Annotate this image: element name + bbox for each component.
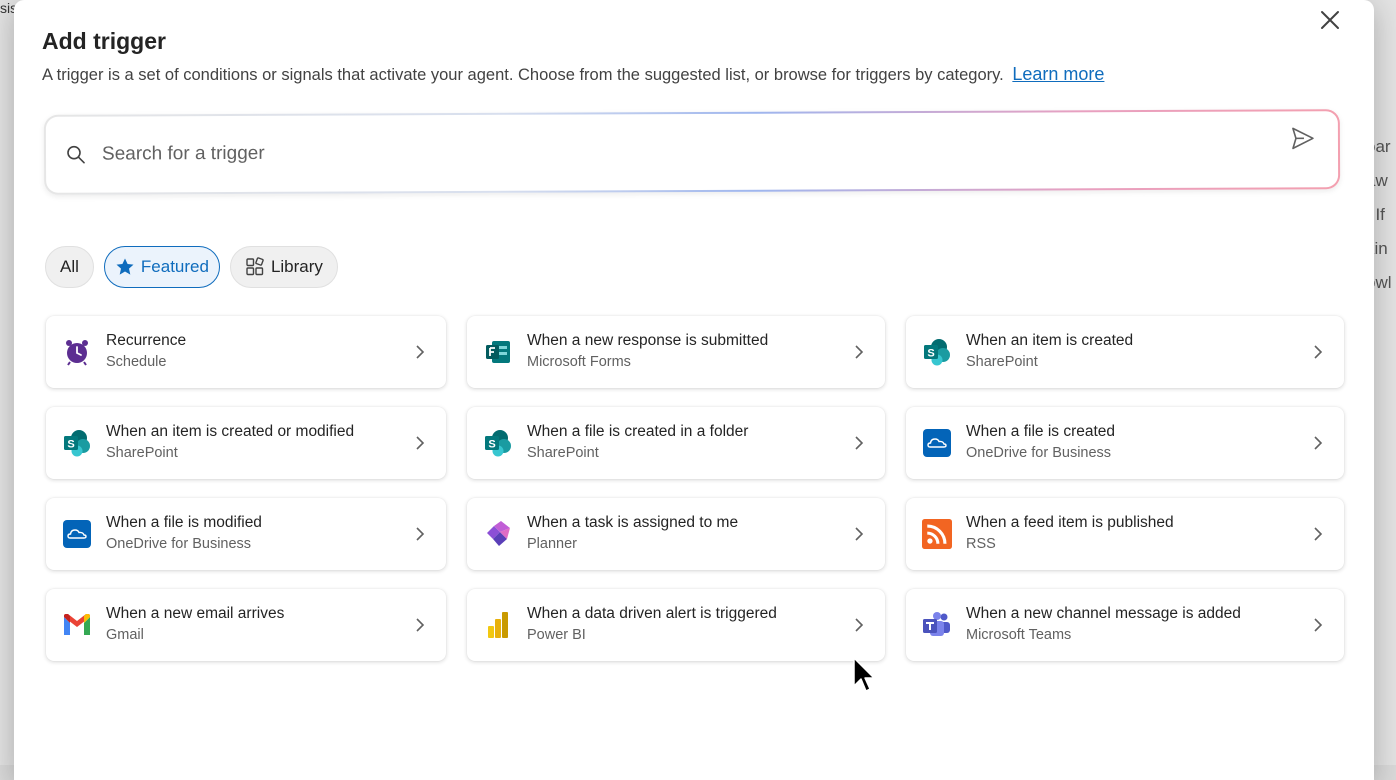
add-trigger-dialog: Add trigger A trigger is a set of condit… [14, 0, 1374, 780]
gmail-icon [62, 613, 92, 637]
onedrive-icon [922, 428, 952, 458]
trigger-title: When a new channel message is added [966, 604, 1308, 624]
trigger-app: Microsoft Teams [966, 624, 1308, 646]
mouse-cursor-icon [852, 656, 876, 694]
filter-featured[interactable]: Featured [104, 246, 220, 288]
svg-text:S: S [67, 439, 74, 451]
chevron-right-icon [854, 526, 864, 542]
close-button[interactable] [1316, 6, 1344, 34]
trigger-title: When a task is assigned to me [527, 513, 849, 533]
filter-library[interactable]: Library [230, 246, 338, 288]
filter-label: Featured [141, 257, 209, 277]
trigger-app: Power BI [527, 624, 849, 646]
trigger-title: When an item is created or modified [106, 422, 410, 442]
trigger-app: SharePoint [106, 442, 410, 464]
sharepoint-icon: S [62, 428, 92, 458]
star-icon [115, 257, 135, 277]
trigger-card-rss-feed[interactable]: When a feed item is published RSS [906, 498, 1344, 570]
microsoft-forms-icon [484, 338, 512, 366]
alarm-clock-icon [63, 338, 91, 366]
trigger-title: When an item is created [966, 331, 1308, 351]
chevron-right-icon [415, 435, 425, 451]
sharepoint-icon: S [483, 428, 513, 458]
send-button[interactable] [1288, 123, 1318, 153]
search-box [44, 109, 1340, 195]
trigger-app: Gmail [106, 624, 410, 646]
chevron-right-icon [415, 344, 425, 360]
trigger-title: When a file is created [966, 422, 1308, 442]
trigger-card-teams-channel-message[interactable]: When a new channel message is added Micr… [906, 589, 1344, 661]
close-icon [1320, 10, 1340, 30]
trigger-card-onedrive-file-modified[interactable]: When a file is modified OneDrive for Bus… [46, 498, 446, 570]
svg-text:S: S [488, 439, 495, 451]
trigger-title: When a file is created in a folder [527, 422, 849, 442]
chevron-right-icon [854, 435, 864, 451]
chevron-right-icon [854, 617, 864, 633]
trigger-card-sharepoint-item-created-modified[interactable]: S When an item is created or modified Sh… [46, 407, 446, 479]
trigger-title: When a feed item is published [966, 513, 1308, 533]
filter-label: All [60, 257, 79, 277]
subtitle-text: A trigger is a set of conditions or sign… [42, 66, 1004, 84]
planner-icon [483, 519, 513, 549]
library-icon [245, 257, 265, 277]
teams-icon [922, 611, 952, 639]
onedrive-icon [62, 519, 92, 549]
filter-all[interactable]: All [45, 246, 94, 288]
trigger-card-recurrence[interactable]: Recurrence Schedule [46, 316, 446, 388]
filter-pills: All Featured Library [45, 246, 338, 288]
chevron-right-icon [415, 526, 425, 542]
trigger-card-gmail-email[interactable]: When a new email arrives Gmail [46, 589, 446, 661]
trigger-title: Recurrence [106, 331, 410, 351]
send-icon [1290, 125, 1316, 151]
filter-label: Library [271, 257, 323, 277]
search-icon [66, 145, 86, 165]
chevron-right-icon [1313, 617, 1323, 633]
trigger-card-powerbi-alert[interactable]: When a data driven alert is triggered Po… [467, 589, 885, 661]
svg-text:S: S [927, 348, 934, 360]
trigger-card-sharepoint-item-created[interactable]: S When an item is created SharePoint [906, 316, 1344, 388]
chevron-right-icon [1313, 344, 1323, 360]
trigger-card-onedrive-file-created[interactable]: When a file is created OneDrive for Busi… [906, 407, 1344, 479]
rss-icon [922, 517, 952, 551]
trigger-app: Schedule [106, 351, 410, 373]
trigger-title: When a file is modified [106, 513, 410, 533]
trigger-title: When a data driven alert is triggered [527, 604, 849, 624]
chevron-right-icon [1313, 435, 1323, 451]
trigger-app: OneDrive for Business [106, 533, 410, 555]
search-input[interactable] [102, 138, 1288, 165]
sharepoint-icon: S [922, 337, 952, 367]
dialog-title: Add trigger [42, 28, 166, 55]
learn-more-link[interactable]: Learn more [1012, 64, 1104, 84]
trigger-app: OneDrive for Business [966, 442, 1308, 464]
chevron-right-icon [415, 617, 425, 633]
trigger-app: Planner [527, 533, 849, 555]
power-bi-icon [484, 610, 512, 640]
trigger-title: When a new response is submitted [527, 331, 849, 351]
trigger-card-planner-task[interactable]: When a task is assigned to me Planner [467, 498, 885, 570]
trigger-grid: Recurrence Schedule When a new response … [46, 316, 1344, 661]
trigger-app: SharePoint [966, 351, 1308, 373]
trigger-app: Microsoft Forms [527, 351, 849, 373]
chevron-right-icon [1313, 526, 1323, 542]
trigger-app: SharePoint [527, 442, 849, 464]
trigger-app: RSS [966, 533, 1308, 555]
trigger-title: When a new email arrives [106, 604, 410, 624]
dialog-subtitle: A trigger is a set of conditions or sign… [42, 64, 1104, 85]
chevron-right-icon [854, 344, 864, 360]
trigger-card-sharepoint-file-created[interactable]: S When a file is created in a folder Sha… [467, 407, 885, 479]
trigger-card-forms-response[interactable]: When a new response is submitted Microso… [467, 316, 885, 388]
